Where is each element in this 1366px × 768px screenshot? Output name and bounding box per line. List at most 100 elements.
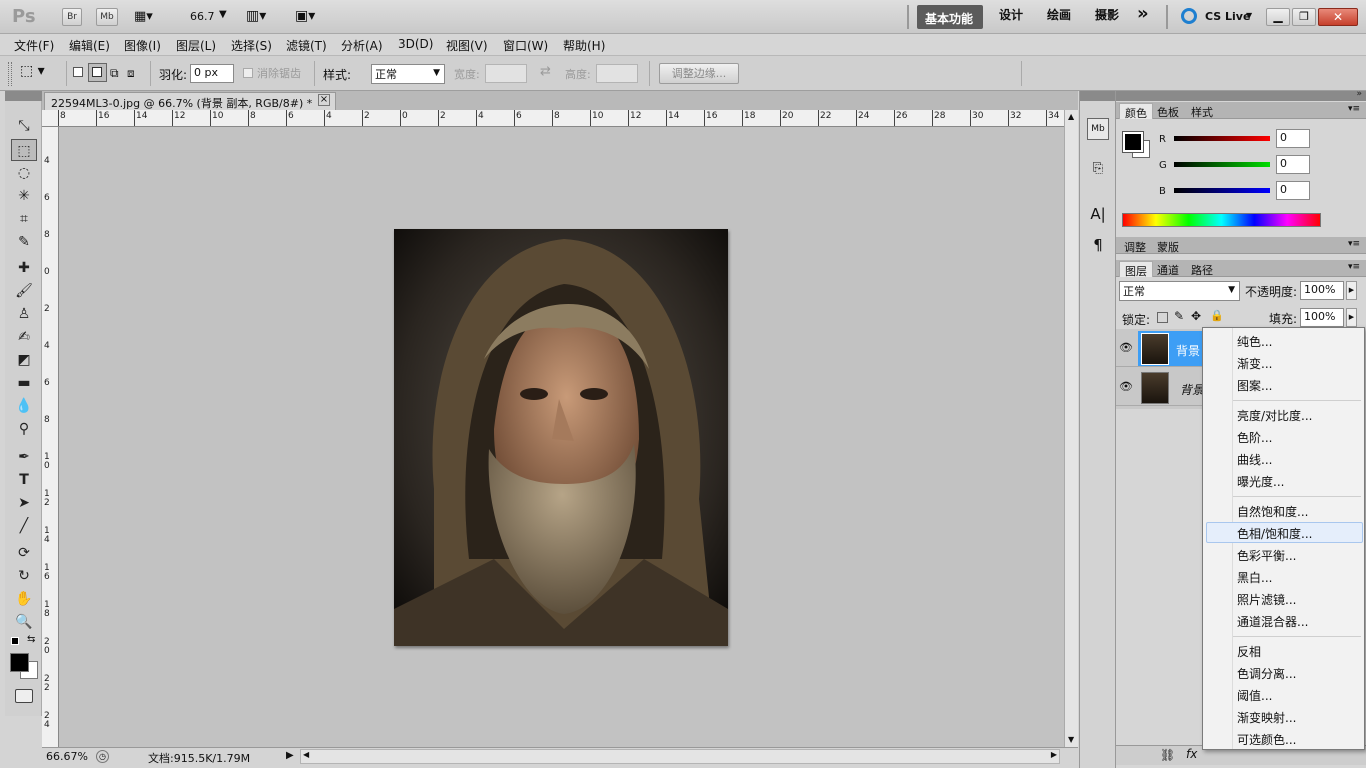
vertical-scrollbar[interactable]: ▲ ▼ <box>1064 110 1078 747</box>
layer-visibility-eye-icon[interactable]: 👁 <box>1119 380 1133 393</box>
workspace-essentials-button[interactable]: 基本功能 <box>917 5 983 29</box>
menu-filter[interactable]: 滤镜(T) <box>286 37 327 54</box>
layer-row[interactable]: 👁 背景 <box>1116 368 1206 406</box>
history-brush-tool-icon[interactable]: ✍ <box>11 326 37 348</box>
color-spectrum-bar[interactable] <box>1122 213 1321 227</box>
history-panel-icon[interactable]: ⎘ <box>1087 161 1109 183</box>
close-window-button[interactable]: ✕ <box>1318 8 1358 26</box>
mini-bridge-panel-icon[interactable]: Mb <box>1087 118 1109 140</box>
color-foreground-swatch[interactable] <box>1122 131 1144 153</box>
r-input[interactable]: 0 <box>1276 129 1310 148</box>
collapse-panels-icon[interactable]: » <box>1356 89 1362 99</box>
status-menu-arrow-icon[interactable]: ▶ <box>286 750 294 761</box>
opacity-arrow-icon[interactable]: ▶ <box>1346 281 1357 300</box>
layer-row[interactable]: 👁 背景 <box>1116 329 1206 367</box>
quick-selection-tool-icon[interactable]: ✳ <box>11 185 37 207</box>
menu-item-hue-saturation[interactable]: 色相/饱和度... <box>1237 525 1313 542</box>
menu-item-brightness-contrast[interactable]: 亮度/对比度... <box>1237 407 1313 424</box>
rectangular-marquee-tool-icon[interactable]: ⬚ <box>11 139 37 161</box>
dodge-tool-icon[interactable]: ⚲ <box>11 418 37 440</box>
blur-tool-icon[interactable]: 💧 <box>11 395 37 417</box>
screen-mode-dropdown[interactable]: ▣▾ <box>295 8 327 26</box>
line-tool-icon[interactable]: ╱ <box>11 515 37 537</box>
tab-masks[interactable]: 蒙版 <box>1152 238 1184 254</box>
fill-input[interactable]: 100% <box>1300 308 1344 327</box>
character-panel-icon[interactable]: A| <box>1087 205 1109 227</box>
g-input[interactable]: 0 <box>1276 155 1310 174</box>
menu-item-curves[interactable]: 曲线... <box>1237 451 1272 468</box>
menu-item-color-balance[interactable]: 色彩平衡... <box>1237 547 1296 564</box>
quick-mask-icon[interactable] <box>15 689 33 703</box>
tab-color[interactable]: 颜色 <box>1119 103 1153 120</box>
g-slider[interactable] <box>1174 162 1270 167</box>
link-layers-icon[interactable]: ⛓ <box>1160 748 1175 762</box>
scroll-left-icon[interactable]: ◀ <box>303 750 309 759</box>
menu-item-black-white[interactable]: 黑白... <box>1237 569 1272 586</box>
hand-tool-icon[interactable]: ✋ <box>11 588 37 610</box>
tab-adjustments[interactable]: 调整 <box>1119 238 1151 254</box>
tab-swatches[interactable]: 色板 <box>1152 103 1184 119</box>
menu-edit[interactable]: 编辑(E) <box>69 37 110 54</box>
intersect-selection-icon[interactable]: ⧈ <box>127 66 135 81</box>
color-panel-menu-icon[interactable]: ▾≡ <box>1348 104 1360 114</box>
menu-help[interactable]: 帮助(H) <box>563 37 605 54</box>
workspace-design-button[interactable]: 设计 <box>999 6 1023 23</box>
menu-file[interactable]: 文件(F) <box>14 37 54 54</box>
document-tab[interactable]: 22594ML3-0.jpg @ 66.7% (背景 副本, RGB/8#) * <box>44 92 336 110</box>
adjustments-panel-menu-icon[interactable]: ▾≡ <box>1348 239 1360 249</box>
menu-item-posterize[interactable]: 色调分离... <box>1237 665 1296 682</box>
eyedropper-tool-icon[interactable]: ✎ <box>11 231 37 253</box>
tab-layers[interactable]: 图层 <box>1119 261 1153 278</box>
scroll-up-icon[interactable]: ▲ <box>1068 112 1074 121</box>
pen-tool-icon[interactable]: ✒ <box>11 446 37 468</box>
document-close-icon[interactable]: × <box>318 94 330 106</box>
menu-item-levels[interactable]: 色阶... <box>1237 429 1272 446</box>
menu-item-gradient-map[interactable]: 渐变映射... <box>1237 709 1296 726</box>
tool-preset-picker[interactable]: ⬚ ▾ <box>20 63 60 83</box>
menu-item-threshold[interactable]: 阈值... <box>1237 687 1272 704</box>
crop-tool-icon[interactable]: ⌗ <box>11 208 37 230</box>
minimize-button[interactable]: ▁ <box>1266 8 1290 26</box>
menu-item-selective-color[interactable]: 可选颜色... <box>1237 731 1296 748</box>
lock-position-icon[interactable]: ✥ <box>1191 309 1201 323</box>
b-slider[interactable] <box>1174 188 1270 193</box>
style-select[interactable]: 正常 ▼ <box>371 64 445 84</box>
status-zoom[interactable]: 66.67% <box>46 750 88 763</box>
swap-dimensions-icon[interactable]: ⇄ <box>540 64 551 79</box>
tab-paths[interactable]: 路径 <box>1186 261 1218 277</box>
height-input[interactable] <box>596 64 638 83</box>
default-colors-icon[interactable] <box>11 637 19 645</box>
menu-image[interactable]: 图像(I) <box>124 37 161 54</box>
cslive-chevron-down-icon[interactable]: ▼ <box>1246 11 1252 20</box>
tab-styles[interactable]: 样式 <box>1186 103 1218 119</box>
type-tool-icon[interactable]: T <box>11 469 37 491</box>
lock-pixels-icon[interactable]: ✎ <box>1174 309 1184 323</box>
path-selection-tool-icon[interactable]: ➤ <box>11 492 37 514</box>
workspace-photography-button[interactable]: 摄影 <box>1095 6 1119 23</box>
paragraph-panel-icon[interactable]: ¶ <box>1087 236 1109 258</box>
menu-item-gradient[interactable]: 渐变... <box>1237 355 1272 372</box>
menu-select[interactable]: 选择(S) <box>231 37 272 54</box>
menu-3d[interactable]: 3D(D) <box>398 37 433 51</box>
menu-item-vibrance[interactable]: 自然饱和度... <box>1237 503 1308 520</box>
horizontal-scrollbar[interactable]: ◀ ▶ <box>300 749 1060 764</box>
scroll-down-icon[interactable]: ▼ <box>1068 735 1074 744</box>
menu-item-photo-filter[interactable]: 照片滤镜... <box>1237 591 1296 608</box>
menu-analysis[interactable]: 分析(A) <box>341 37 383 54</box>
clone-stamp-tool-icon[interactable]: ♙ <box>11 303 37 325</box>
opacity-input[interactable]: 100% <box>1300 281 1344 300</box>
tab-channels[interactable]: 通道 <box>1152 261 1184 277</box>
bridge-button[interactable]: Br <box>62 8 82 26</box>
layer-visibility-eye-icon[interactable]: 👁 <box>1119 341 1133 354</box>
menu-item-solid-color[interactable]: 纯色... <box>1237 333 1272 350</box>
eraser-tool-icon[interactable]: ◩ <box>11 349 37 371</box>
healing-brush-tool-icon[interactable]: ✚ <box>11 257 37 279</box>
menu-window[interactable]: 窗口(W) <box>503 37 548 54</box>
workspace-painting-button[interactable]: 绘画 <box>1047 6 1071 23</box>
fill-arrow-icon[interactable]: ▶ <box>1346 308 1357 327</box>
menu-item-exposure[interactable]: 曝光度... <box>1237 473 1284 490</box>
b-input[interactable]: 0 <box>1276 181 1310 200</box>
lasso-tool-icon[interactable]: ◌ <box>11 162 37 184</box>
zoom-level[interactable]: 66.7 <box>190 10 215 23</box>
layer-style-icon[interactable]: fx <box>1186 747 1197 761</box>
